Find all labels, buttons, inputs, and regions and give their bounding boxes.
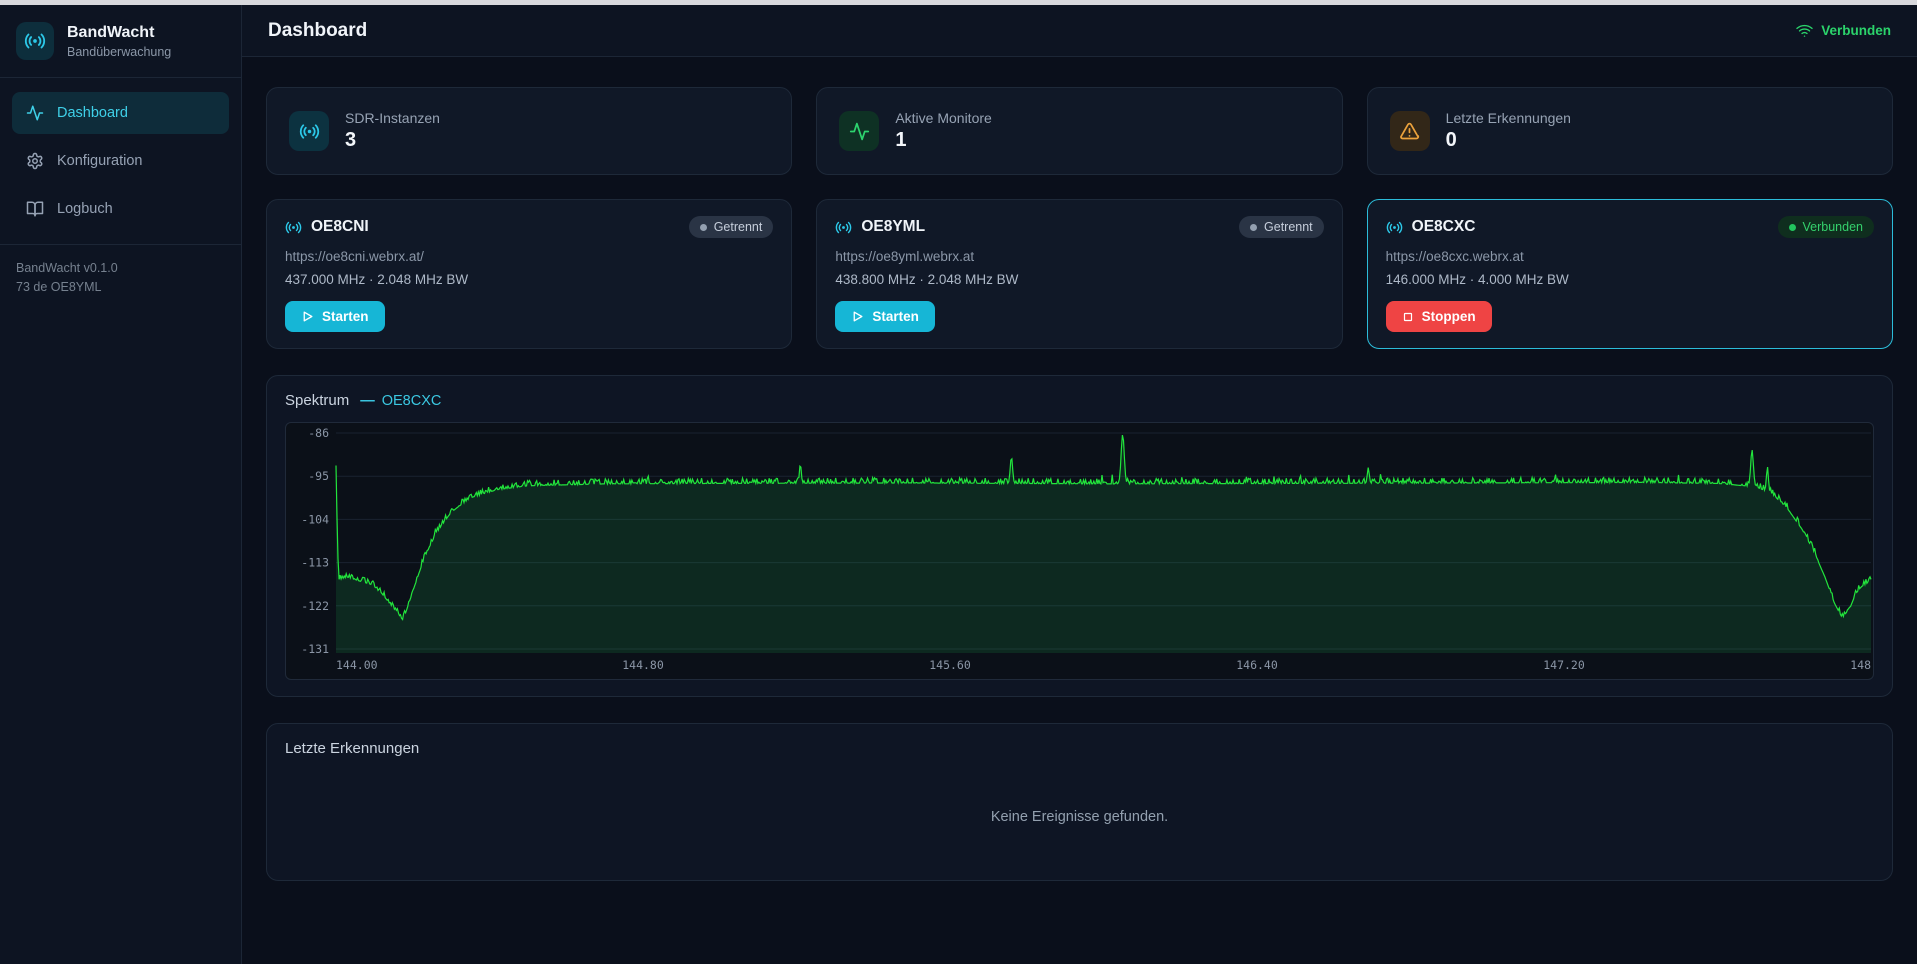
wifi-icon (1796, 22, 1813, 39)
radio-waves-icon (16, 22, 54, 60)
svg-text:-113: -113 (301, 556, 329, 570)
sdr-frequency: 146.000 MHz · 4.000 MHz BW (1386, 272, 1874, 287)
svg-text:148.00: 148.00 (1850, 658, 1873, 672)
sdr-name: OE8YML (861, 218, 925, 236)
sdr-card-oe8cxc[interactable]: OE8CXC Verbunden https://oe8cxc.webrx.at… (1367, 199, 1893, 349)
status-badge: Getrennt (1239, 216, 1324, 238)
status-badge: Verbunden (1778, 216, 1874, 238)
status-badge: Getrennt (689, 216, 774, 238)
radio-waves-icon (285, 219, 302, 236)
app-version: BandWacht v0.1.0 (16, 259, 225, 278)
svg-text:-86: -86 (308, 426, 329, 440)
play-icon (851, 310, 864, 323)
play-icon (301, 310, 314, 323)
legend-line-marker: — (360, 393, 375, 409)
sdr-card-oe8yml[interactable]: OE8YML Getrennt https://oe8yml.webrx.at … (816, 199, 1342, 349)
brand-title: BandWacht (67, 24, 171, 42)
sidebar-item-label: Konfiguration (57, 153, 142, 169)
sdr-name: OE8CXC (1412, 218, 1476, 236)
svg-text:144.80: 144.80 (622, 658, 664, 672)
stat-label: SDR-Instanzen (345, 110, 440, 126)
footer-callsign: 73 de OE8YML (16, 278, 225, 297)
brand: BandWacht Bandüberwachung (0, 5, 241, 78)
sidebar-nav: Dashboard Konfiguration Logbuch (0, 78, 241, 244)
stop-button[interactable]: Stoppen (1386, 301, 1492, 332)
top-bar: Dashboard Verbunden (242, 5, 1917, 57)
stat-value: 1 (895, 129, 991, 152)
sidebar-item-dashboard[interactable]: Dashboard (12, 92, 229, 134)
main-area: Dashboard Verbunden SDR-Instanzen 3 (242, 5, 1917, 964)
sidebar-footer: BandWacht v0.1.0 73 de OE8YML (0, 244, 241, 312)
gear-icon (26, 152, 44, 170)
svg-text:-131: -131 (301, 642, 329, 656)
start-button[interactable]: Starten (835, 301, 935, 332)
sdr-url: https://oe8yml.webrx.at (835, 249, 1323, 264)
warning-triangle-icon (1390, 111, 1430, 151)
connection-status: Verbunden (1796, 22, 1891, 39)
start-button[interactable]: Starten (285, 301, 385, 332)
spectrum-panel: Spektrum — OE8CXC -86 -95 -104 -113 -122 -131… (266, 375, 1893, 697)
radio-waves-icon (1386, 219, 1403, 236)
sdr-cards-row: OE8CNI Getrennt https://oe8cni.webrx.at/… (266, 199, 1893, 349)
status-dot (700, 224, 707, 231)
dashboard-content: SDR-Instanzen 3 Aktive Monitore 1 (242, 57, 1917, 964)
status-dot (1789, 224, 1796, 231)
detections-title: Letzte Erkennungen (285, 740, 1874, 757)
status-dot (1250, 224, 1257, 231)
stat-card-active-monitors: Aktive Monitore 1 (816, 87, 1342, 175)
page-title: Dashboard (268, 20, 367, 42)
stop-icon (1402, 311, 1414, 323)
sdr-url: https://oe8cxc.webrx.at (1386, 249, 1874, 264)
spectrum-legend: — OE8CXC (360, 393, 441, 409)
sidebar-item-konfiguration[interactable]: Konfiguration (12, 140, 229, 182)
detections-empty-message: Keine Ereignisse gefunden. (285, 809, 1874, 825)
legend-series-label: OE8CXC (382, 393, 442, 409)
svg-text:144.00: 144.00 (336, 658, 378, 672)
radio-waves-icon (289, 111, 329, 151)
svg-text:145.60: 145.60 (929, 658, 971, 672)
sdr-card-oe8cni[interactable]: OE8CNI Getrennt https://oe8cni.webrx.at/… (266, 199, 792, 349)
stat-card-sdr-instances: SDR-Instanzen 3 (266, 87, 792, 175)
stat-value: 0 (1446, 129, 1571, 152)
svg-text:-95: -95 (308, 469, 329, 483)
svg-text:-122: -122 (301, 599, 329, 613)
spectrum-title: Spektrum (285, 392, 349, 409)
sdr-frequency: 437.000 MHz · 2.048 MHz BW (285, 272, 773, 287)
sdr-url: https://oe8cni.webrx.at/ (285, 249, 773, 264)
sidebar-item-label: Logbuch (57, 201, 113, 217)
connection-status-label: Verbunden (1821, 23, 1891, 38)
sidebar-item-label: Dashboard (57, 105, 128, 121)
spectrum-chart: -86 -95 -104 -113 -122 -131 144.00 144.80 145.60… (285, 422, 1874, 680)
stat-value: 3 (345, 129, 440, 152)
app-root: BandWacht Bandüberwachung Dashboard Konf… (0, 5, 1917, 964)
activity-icon (26, 104, 44, 122)
sidebar: BandWacht Bandüberwachung Dashboard Konf… (0, 5, 242, 964)
book-open-icon (26, 200, 44, 218)
svg-text:146.40: 146.40 (1236, 658, 1278, 672)
sidebar-item-logbuch[interactable]: Logbuch (12, 188, 229, 230)
sdr-frequency: 438.800 MHz · 2.048 MHz BW (835, 272, 1323, 287)
stat-label: Letzte Erkennungen (1446, 110, 1571, 126)
detections-panel: Letzte Erkennungen Keine Ereignisse gefu… (266, 723, 1893, 881)
radio-waves-icon (835, 219, 852, 236)
activity-icon (839, 111, 879, 151)
stat-card-recent-detections: Letzte Erkennungen 0 (1367, 87, 1893, 175)
stat-label: Aktive Monitore (895, 110, 991, 126)
svg-text:147.20: 147.20 (1543, 658, 1585, 672)
svg-text:-104: -104 (301, 512, 329, 526)
sdr-name: OE8CNI (311, 218, 369, 236)
brand-subtitle: Bandüberwachung (67, 45, 171, 59)
stats-row: SDR-Instanzen 3 Aktive Monitore 1 (266, 87, 1893, 175)
